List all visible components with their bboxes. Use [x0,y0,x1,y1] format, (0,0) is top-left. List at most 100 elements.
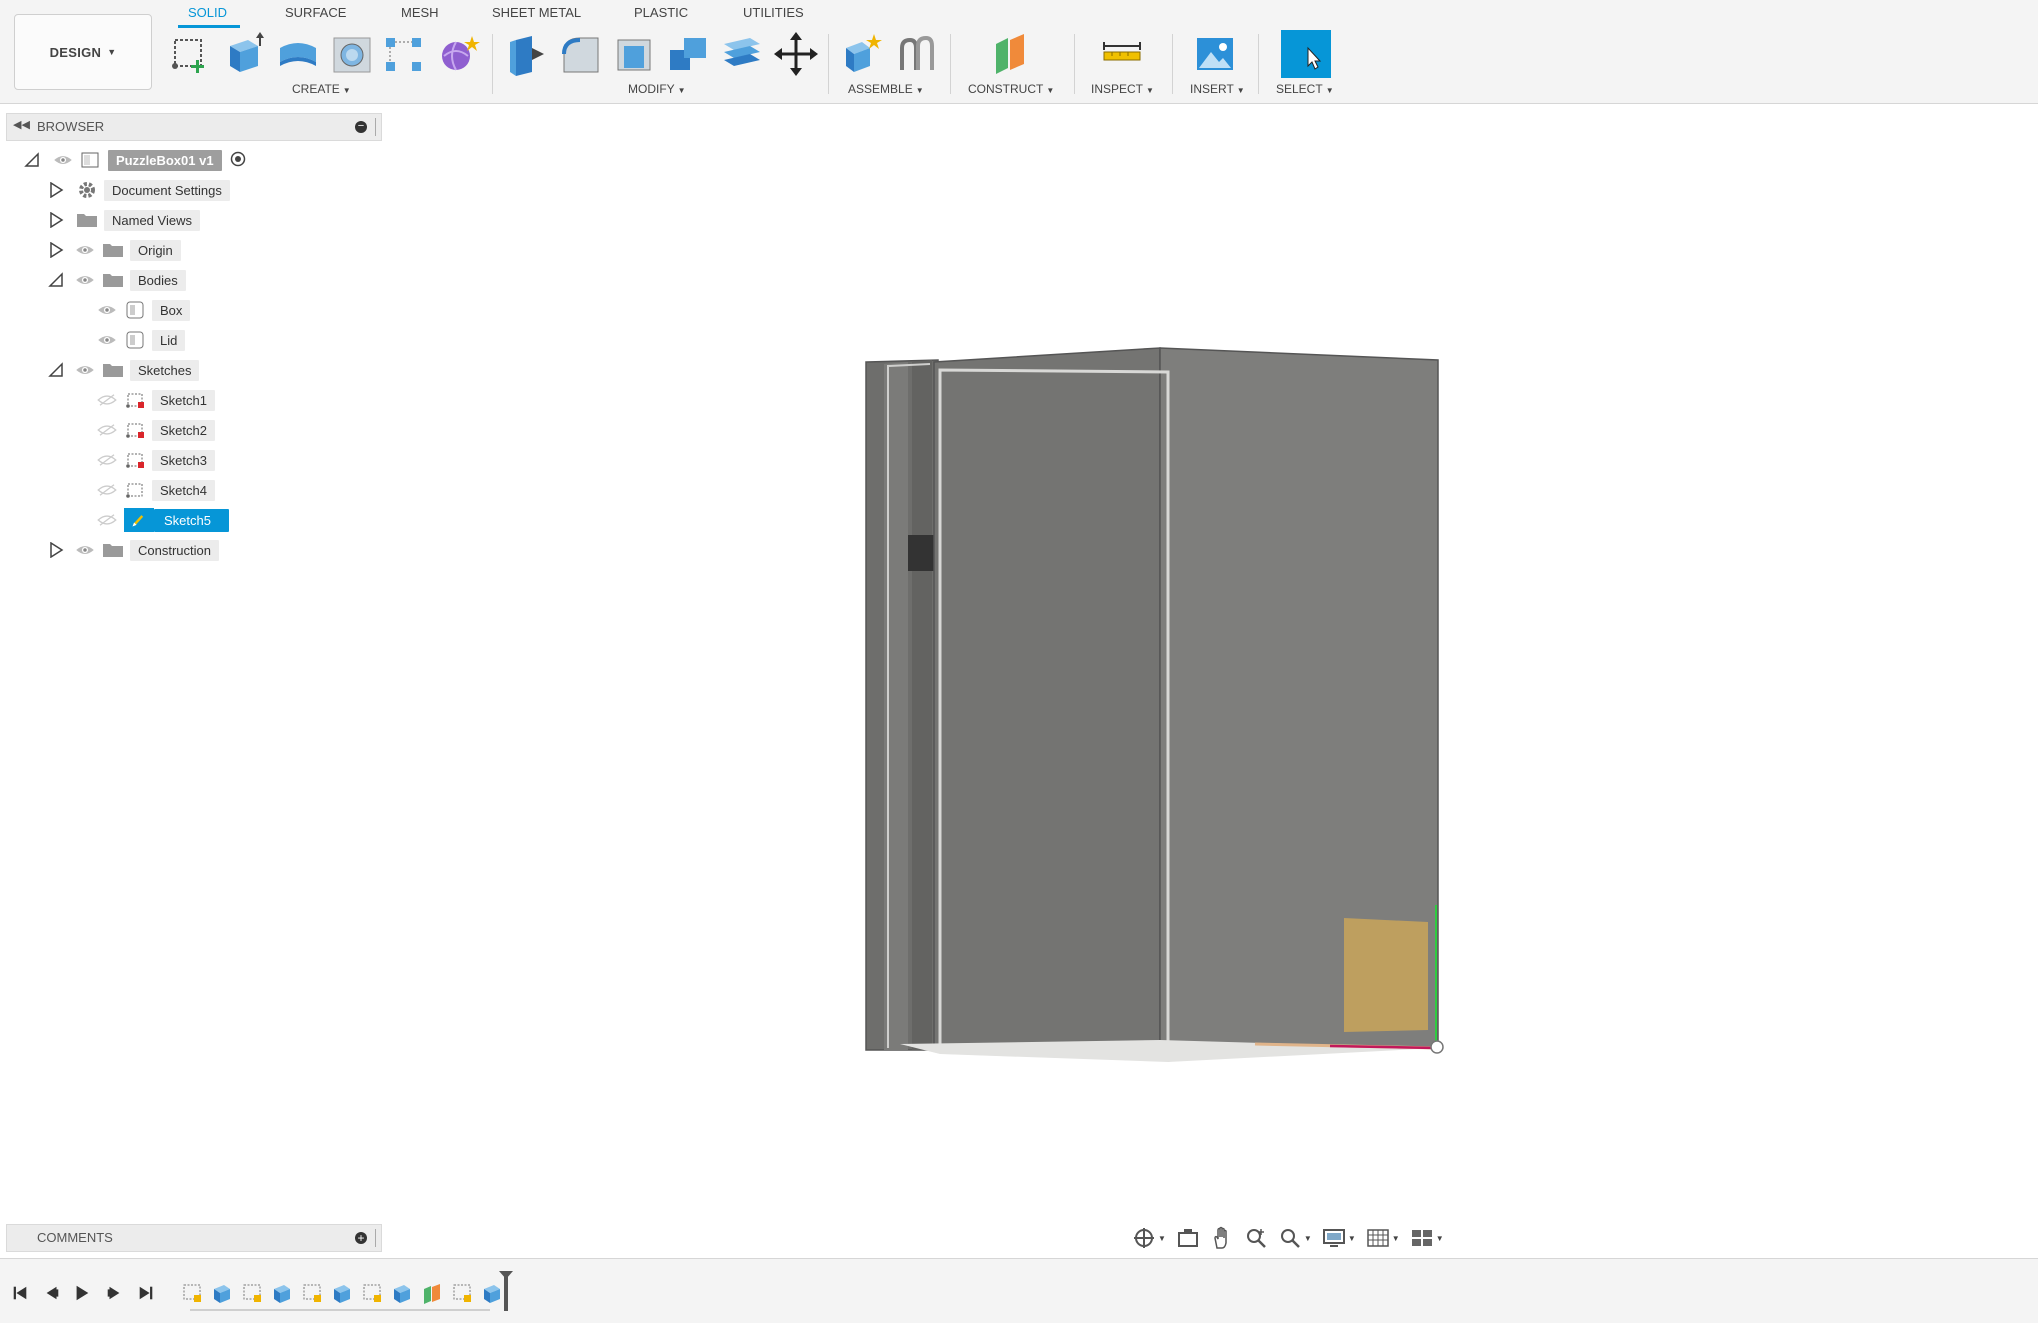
construct-group-label[interactable]: CONSTRUCT ▼ [968,82,1054,96]
modify-group-label[interactable]: MODIFY ▼ [628,82,686,96]
panel-resize-handle[interactable] [375,118,379,136]
hidden-eye-icon[interactable] [96,512,118,528]
display-settings-button[interactable] [1320,1224,1348,1252]
timeline-previous-button[interactable] [40,1281,64,1305]
fillet-button[interactable] [556,30,604,78]
activate-radio-icon[interactable] [230,151,246,170]
offset-plane-button[interactable] [986,30,1034,78]
browser-node-document-settings[interactable]: Document Settings [46,178,230,202]
skip-end-icon [139,1286,153,1300]
new-component-button[interactable] [838,30,886,78]
browser-node-sketch2[interactable]: Sketch2 [96,418,215,442]
skip-start-icon [13,1286,27,1300]
look-at-button[interactable] [1174,1224,1202,1252]
revolve-button[interactable] [274,30,322,78]
browser-node-sketches[interactable]: Sketches [46,358,200,382]
add-comment-button[interactable]: + [355,1232,367,1244]
orbit-button[interactable] [1130,1224,1158,1252]
timeline-extrude-icon[interactable] [210,1281,234,1305]
press-pull-button[interactable] [502,30,550,78]
browser-node-bodies[interactable]: Bodies [46,268,186,292]
pattern-button[interactable] [380,30,428,78]
hidden-eye-icon[interactable] [96,452,118,468]
caret-down-icon[interactable]: ▼ [1436,1234,1444,1243]
timeline-extrude-icon[interactable] [480,1281,504,1305]
timeline-extrude-icon[interactable] [390,1281,414,1305]
tab-surface[interactable]: SURFACE [285,5,346,20]
collapse-browser-button[interactable]: − [355,121,367,133]
tab-sheet-metal[interactable]: SHEET METAL [492,5,581,20]
split-body-button[interactable] [718,30,766,78]
collapse-panel-icon[interactable]: ◀◀ [13,118,30,131]
timeline-sketch-icon[interactable] [240,1281,264,1305]
caret-down-icon[interactable]: ▼ [1158,1234,1166,1243]
select-button[interactable] [1281,30,1331,78]
caret-down-icon[interactable]: ▼ [1392,1234,1400,1243]
sketch-edit-icon [124,508,154,532]
timeline-marker-handle[interactable] [499,1271,513,1311]
timeline-sketch-icon[interactable] [300,1281,324,1305]
browser-node-origin[interactable]: Origin [46,238,181,262]
3d-viewport[interactable] [0,0,2038,1322]
fit-button[interactable] [1276,1224,1304,1252]
tab-solid[interactable]: SOLID [188,5,227,20]
panel-resize-handle[interactable] [375,1229,379,1247]
hidden-eye-icon[interactable] [96,392,118,408]
create-form-button[interactable] [434,30,482,78]
hidden-eye-icon[interactable] [96,422,118,438]
inspect-group-label[interactable]: INSPECT ▼ [1091,82,1154,96]
visibility-eye-icon[interactable] [96,302,118,318]
browser-node-body-box[interactable]: Box [96,298,191,322]
browser-node-sketch1[interactable]: Sketch1 [96,388,215,412]
browser-node-construction[interactable]: Construction [46,538,219,562]
browser-node-sketch4[interactable]: Sketch4 [96,478,215,502]
timeline-sketch-icon[interactable] [450,1281,474,1305]
tab-plastic[interactable]: PLASTIC [634,5,688,20]
insert-canvas-button[interactable] [1191,30,1239,78]
pan-button[interactable] [1208,1224,1236,1252]
timeline-play-button[interactable] [70,1281,94,1305]
browser-node-body-lid[interactable]: Lid [96,328,186,352]
extrude-button[interactable] [220,30,268,78]
timeline-first-button[interactable] [8,1281,32,1305]
create-group-label[interactable]: CREATE ▼ [292,82,351,96]
timeline-next-button[interactable] [102,1281,126,1305]
move-copy-button[interactable] [772,30,820,78]
measure-button[interactable] [1098,30,1146,78]
browser-node-sketch5[interactable]: Sketch5 [96,508,229,532]
assemble-group-label[interactable]: ASSEMBLE ▼ [848,82,924,96]
tab-mesh[interactable]: MESH [401,5,439,20]
hole-button[interactable] [328,30,376,78]
box-front-face [933,347,1161,1051]
visibility-eye-icon[interactable] [74,242,96,258]
timeline-sketch-icon[interactable] [360,1281,384,1305]
visibility-eye-icon[interactable] [52,152,74,168]
combine-button[interactable] [664,30,712,78]
visibility-eye-icon[interactable] [74,542,96,558]
zoom-button[interactable] [1242,1224,1270,1252]
visibility-eye-icon[interactable] [74,272,96,288]
joint-button[interactable] [892,30,940,78]
create-sketch-button[interactable] [166,30,214,78]
shell-button[interactable] [610,30,658,78]
timeline-last-button[interactable] [134,1281,158,1305]
timeline-extrude-icon[interactable] [270,1281,294,1305]
combine-icon [670,38,706,70]
tab-utilities[interactable]: UTILITIES [743,5,804,20]
timeline-sketch-icon[interactable] [180,1281,204,1305]
timeline-extrude-icon[interactable] [330,1281,354,1305]
caret-down-icon[interactable]: ▼ [1348,1234,1356,1243]
hidden-eye-icon[interactable] [96,482,118,498]
select-group-label[interactable]: SELECT ▼ [1276,82,1334,96]
visibility-eye-icon[interactable] [96,332,118,348]
caret-down-icon[interactable]: ▼ [1304,1234,1312,1243]
grid-settings-button[interactable] [1364,1224,1392,1252]
browser-root-node[interactable]: PuzzleBox01 v1 [22,148,246,172]
browser-node-named-views[interactable]: Named Views [46,208,200,232]
folder-icon [102,271,124,289]
viewports-button[interactable] [1408,1224,1436,1252]
insert-group-label[interactable]: INSERT ▼ [1190,82,1245,96]
timeline-plane-icon[interactable] [420,1281,444,1305]
browser-node-sketch3[interactable]: Sketch3 [96,448,215,472]
visibility-eye-icon[interactable] [74,362,96,378]
